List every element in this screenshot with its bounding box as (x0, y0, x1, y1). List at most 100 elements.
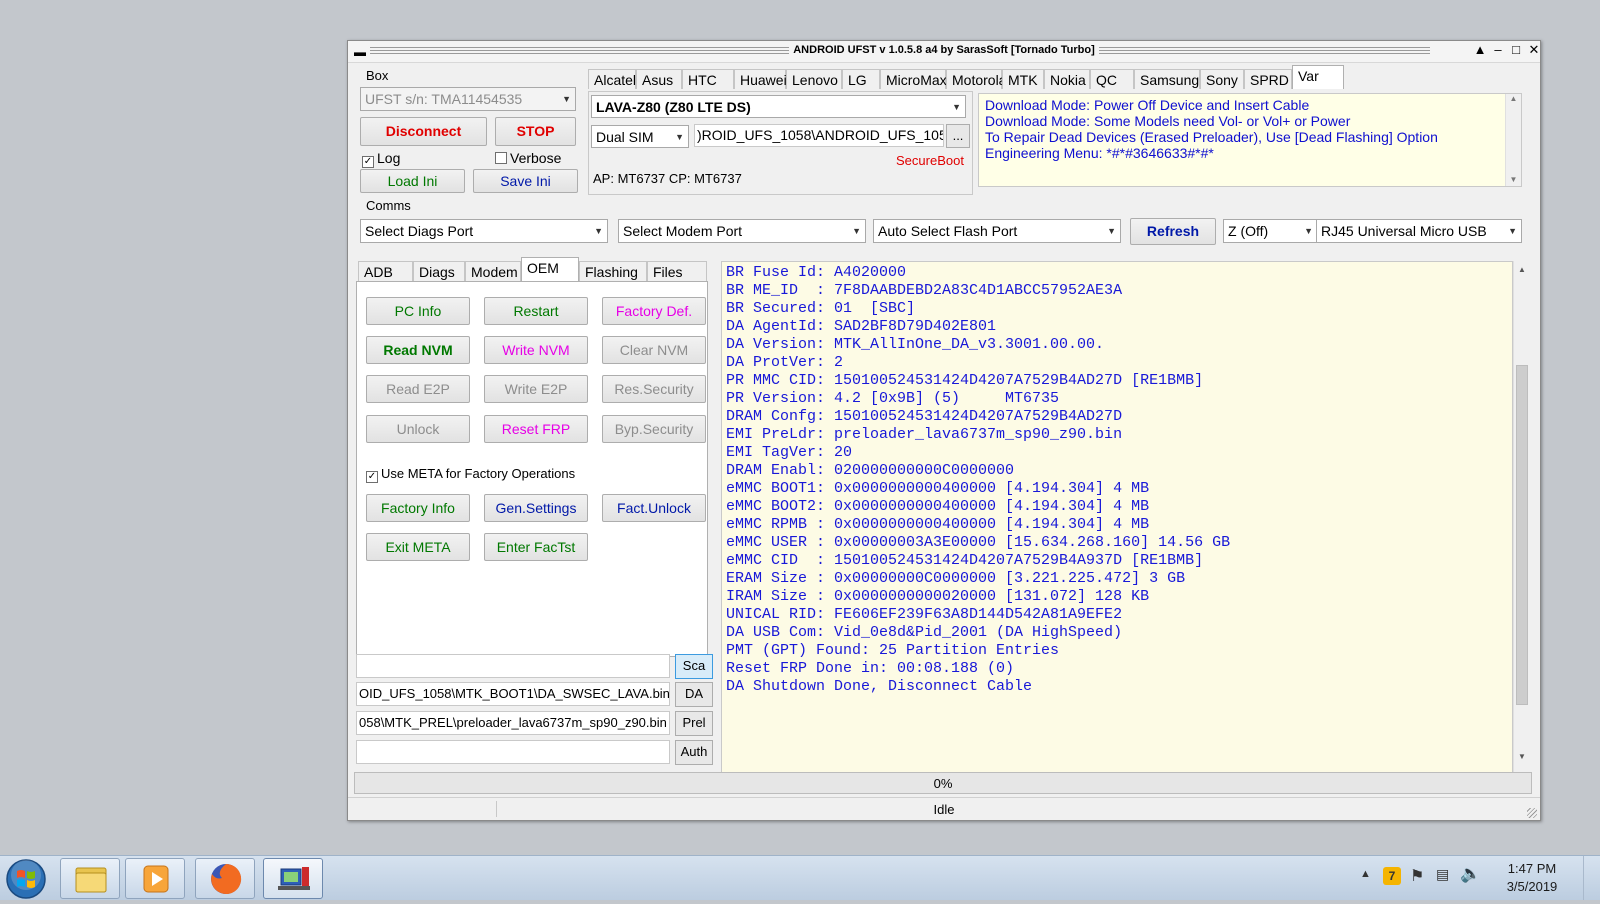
tab-sony[interactable]: Sony (1200, 69, 1244, 89)
network-icon[interactable]: ▤ (1436, 866, 1449, 883)
tab-huawei[interactable]: Huawei (734, 69, 787, 89)
stop-button[interactable]: STOP (495, 117, 576, 146)
taskbar-firefox[interactable] (195, 858, 255, 899)
start-button[interactable] (4, 857, 48, 901)
tray-expand-icon[interactable]: ▲ (1360, 868, 1371, 880)
taskbar-ufst-app[interactable] (263, 858, 323, 899)
write-e2p-button[interactable]: Write E2P (484, 375, 588, 403)
exit-meta-button[interactable]: Exit META (366, 533, 470, 561)
tab-var[interactable]: Var (1292, 65, 1344, 89)
tab-mtk[interactable]: MTK (1002, 69, 1044, 89)
use-meta-check-box: ✓ (366, 471, 378, 483)
read-e2p-button[interactable]: Read E2P (366, 375, 470, 403)
refresh-button[interactable]: Refresh (1130, 218, 1216, 245)
reset-frp-button[interactable]: Reset FRP (484, 415, 588, 443)
comms-group-label: Comms (366, 198, 411, 213)
modem-port-select[interactable]: Select Modem Port ▼ (618, 219, 866, 243)
tab-adb[interactable]: ADB (358, 261, 413, 281)
tab-lg[interactable]: LG (842, 69, 880, 89)
clock-time: 1:47 PM (1507, 861, 1557, 876)
tab-files[interactable]: Files (647, 261, 707, 281)
auth-button[interactable]: Auth (675, 740, 713, 765)
tab-asus[interactable]: Asus (636, 69, 682, 89)
scatter-path-field[interactable] (356, 654, 670, 678)
log-scroll-thumb[interactable] (1516, 365, 1528, 705)
scroll-down-icon[interactable]: ▼ (1506, 175, 1521, 184)
diags-port-select[interactable]: Select Diags Port ▼ (360, 219, 608, 243)
scatter-button[interactable]: Sca (675, 654, 713, 679)
flash-port-select[interactable]: Auto Select Flash Port ▼ (873, 219, 1121, 243)
z-select[interactable]: Z (Off) ▼ (1223, 219, 1318, 243)
tab-qc[interactable]: QC (1090, 69, 1134, 89)
verbose-checkbox[interactable]: Verbose (495, 150, 561, 166)
load-ini-button[interactable]: Load Ini (360, 169, 465, 193)
diags-port-label: Select Diags Port (365, 223, 474, 239)
close-icon[interactable]: ✕ (1526, 42, 1542, 58)
volume-icon[interactable]: 🔈 (1460, 864, 1481, 884)
clock[interactable]: 1:47 PM 3/5/2019 (1500, 860, 1564, 896)
factory-info-button[interactable]: Factory Info (366, 494, 470, 522)
clear-nvm-button[interactable]: Clear NVM (602, 336, 706, 364)
title-bar[interactable]: ▬ ANDROID UFST v 1.0.5.8 a4 by SarasSoft… (348, 41, 1540, 63)
write-nvm-button[interactable]: Write NVM (484, 336, 588, 364)
use-meta-checkbox[interactable]: ✓ Use META for Factory Operations (366, 466, 575, 483)
minimize-icon[interactable]: – (1490, 42, 1506, 57)
rollup-icon[interactable]: ▲ (1472, 42, 1488, 57)
taskbar-media-player[interactable] (125, 858, 185, 899)
model-selected: LAVA-Z80 (Z80 LTE DS) (596, 99, 751, 115)
tab-samsung[interactable]: Samsung (1134, 69, 1200, 89)
da-path-field[interactable]: OID_UFS_1058\MTK_BOOT1\DA_SWSEC_LAVA.bin (356, 682, 670, 706)
tab-modem[interactable]: Modem (465, 261, 521, 281)
cable-select[interactable]: RJ45 Universal Micro USB ▼ (1316, 219, 1522, 243)
log-checkbox[interactable]: ✓ Log (362, 150, 400, 168)
tab-nokia[interactable]: Nokia (1044, 69, 1090, 89)
tab-diags[interactable]: Diags (413, 261, 465, 281)
model-path-field[interactable]: )ROID_UFS_1058\ANDROID_UFS_1058 (694, 124, 944, 147)
sim-select[interactable]: Dual SIM ▼ (591, 125, 689, 148)
auth-path-field[interactable] (356, 740, 670, 764)
use-meta-label: Use META for Factory Operations (381, 466, 576, 481)
read-nvm-button[interactable]: Read NVM (366, 336, 470, 364)
pc-info-button[interactable]: PC Info (366, 297, 470, 325)
resize-grip-icon[interactable] (1527, 808, 1537, 818)
scroll-up-icon[interactable]: ▲ (1514, 265, 1530, 274)
log-vertical-scrollbar[interactable]: ▲ ▼ (1513, 261, 1530, 775)
tray-app-icon[interactable]: 7 (1383, 867, 1401, 885)
info-scrollbar[interactable]: ▲ ▼ (1505, 94, 1521, 186)
tab-flashing[interactable]: Flashing (579, 261, 647, 281)
tab-alcatel[interactable]: Alcatel (588, 69, 636, 89)
scroll-up-icon[interactable]: ▲ (1506, 94, 1521, 103)
scroll-down-icon[interactable]: ▼ (1514, 752, 1530, 761)
browse-button[interactable]: ... (946, 124, 970, 148)
save-ini-button[interactable]: Save Ini (473, 169, 578, 193)
fact-unlock-button[interactable]: Fact.Unlock (602, 494, 706, 522)
tab-htc[interactable]: HTC (682, 69, 734, 89)
info-line: To Repair Dead Devices (Erased Preloader… (985, 129, 1438, 145)
preloader-path-field[interactable]: 058\MTK_PREL\preloader_lava6737m_sp90_z9… (356, 711, 670, 735)
flag-icon[interactable]: ⚑ (1410, 866, 1424, 886)
res-security-button[interactable]: Res.Security (602, 375, 706, 403)
maximize-icon[interactable]: □ (1508, 42, 1524, 57)
tab-motorola[interactable]: Motorola (946, 69, 1006, 89)
chevron-down-icon: ▼ (1107, 226, 1116, 236)
tab-oem[interactable]: OEM (521, 257, 579, 281)
enter-factst-button[interactable]: Enter FacTst (484, 533, 588, 561)
status-text: Idle (933, 802, 955, 817)
disconnect-button[interactable]: Disconnect (360, 117, 487, 146)
show-desktop-button[interactable] (1583, 856, 1599, 900)
taskbar-explorer[interactable] (60, 858, 120, 899)
gen-settings-button[interactable]: Gen.Settings (484, 494, 588, 522)
tab-lenovo[interactable]: Lenovo (786, 69, 842, 89)
unlock-button[interactable]: Unlock (366, 415, 470, 443)
modem-port-label: Select Modem Port (623, 223, 743, 239)
preloader-button[interactable]: Prel (675, 711, 713, 736)
box-serial-combo[interactable]: UFST s/n: TMA11454535 ▼ (360, 87, 576, 111)
factory-default-button[interactable]: Factory Def. (602, 297, 706, 325)
da-button[interactable]: DA (675, 682, 713, 707)
model-select[interactable]: LAVA-Z80 (Z80 LTE DS) ▼ (591, 95, 966, 118)
byp-security-button[interactable]: Byp.Security (602, 415, 706, 443)
info-line: Download Mode: Some Models need Vol- or … (985, 113, 1351, 129)
tab-micromax[interactable]: MicroMax (880, 69, 947, 89)
tab-sprd[interactable]: SPRD (1244, 69, 1292, 89)
restart-button[interactable]: Restart (484, 297, 588, 325)
